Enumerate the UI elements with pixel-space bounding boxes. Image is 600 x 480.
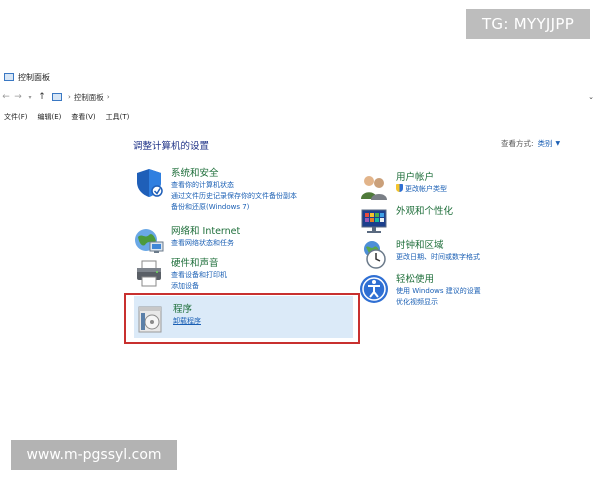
link-change-account-type[interactable]: 更改帐户类型 (396, 184, 447, 195)
page-title: 调整计算机的设置 (133, 141, 210, 152)
link-backup-restore[interactable]: 备份和还原(Windows 7) (171, 202, 297, 213)
dropdown-caret-icon[interactable]: ▾ (24, 91, 36, 103)
view-by: 查看方式: 类别 ▼ (501, 138, 560, 149)
category-system-security[interactable]: 系统和安全 查看你的计算机状态 通过文件历史记录保存你的文件备份副本 备份和还原… (133, 167, 297, 213)
up-arrow-icon[interactable]: ↑ (36, 91, 48, 103)
chevron-right-icon[interactable]: › (107, 93, 110, 101)
menu-edit[interactable]: 编辑(E) (38, 112, 62, 122)
accessibility-icon (360, 275, 388, 303)
caret-down-icon[interactable]: ▼ (556, 140, 561, 147)
menu-file[interactable]: 文件(F) (4, 112, 28, 122)
category-hardware-sound[interactable]: 硬件和声音 查看设备和打印机 添加设备 (133, 257, 227, 292)
link-devices-printers[interactable]: 查看设备和打印机 (171, 270, 227, 281)
view-by-select[interactable]: 类别 (538, 138, 553, 149)
category-title[interactable]: 外观和个性化 (396, 205, 453, 218)
window-title: 控制面板 (18, 72, 50, 82)
category-network-internet[interactable]: 网络和 Internet 查看网络状态和任务 (133, 225, 240, 257)
category-title[interactable]: 程序 (173, 303, 201, 316)
category-title[interactable]: 硬件和声音 (171, 257, 227, 270)
category-title[interactable]: 轻松使用 (396, 273, 481, 286)
link-add-device[interactable]: 添加设备 (171, 281, 227, 292)
menu-bar: 文件(F) 编辑(E) 查看(V) 工具(T) (0, 111, 600, 123)
category-title[interactable]: 系统和安全 (171, 167, 297, 180)
link-date-time-format[interactable]: 更改日期、时间或数字格式 (396, 252, 480, 263)
shield-icon (137, 169, 163, 197)
printer-icon (137, 260, 161, 287)
network-icon (135, 229, 164, 253)
link-file-history[interactable]: 通过文件历史记录保存你的文件备份副本 (171, 191, 297, 202)
appearance-icon (361, 209, 387, 233)
category-title[interactable]: 网络和 Internet (171, 225, 240, 238)
chevron-right-icon: › (68, 93, 71, 101)
link-view-computer-status[interactable]: 查看你的计算机状态 (171, 180, 297, 191)
address-field[interactable]: › 控制面板 › ⌄ (52, 91, 600, 103)
menu-tools[interactable]: 工具(T) (106, 112, 130, 122)
control-panel-icon (4, 73, 14, 81)
view-by-label: 查看方式: (501, 139, 534, 148)
screen: TG: MYYJJPP 控制面板 ← → ▾ ↑ › 控制面板 › ⌄ 文件(F… (0, 0, 600, 480)
chevron-down-icon[interactable]: ⌄ (588, 93, 594, 101)
category-user-accounts[interactable]: 用户帐户 更改帐户类型 (358, 171, 447, 203)
menu-view[interactable]: 查看(V) (71, 112, 95, 122)
category-title[interactable]: 时钟和区域 (396, 239, 480, 252)
category-ease-of-access[interactable]: 轻松使用 使用 Windows 建议的设置 优化视频显示 (358, 273, 481, 308)
users-icon (361, 176, 387, 200)
forward-arrow-icon[interactable]: → (12, 91, 24, 103)
link-optimize-display[interactable]: 优化视频显示 (396, 297, 481, 308)
watermark-bottom: www.m-pgssyl.com (11, 440, 177, 470)
clock-icon (364, 241, 386, 269)
category-appearance[interactable]: 外观和个性化 (358, 205, 453, 237)
address-path[interactable]: 控制面板 (74, 92, 104, 103)
link-uninstall-program[interactable]: 卸载程序 (173, 316, 201, 327)
window-titlebar: 控制面板 (0, 69, 600, 85)
address-bar: ← → ▾ ↑ › 控制面板 › ⌄ (0, 89, 600, 105)
programs-icon (138, 306, 162, 333)
category-programs[interactable]: 程序 卸载程序 (135, 303, 201, 335)
link-windows-suggested-settings[interactable]: 使用 Windows 建议的设置 (396, 286, 481, 297)
category-title[interactable]: 用户帐户 (396, 171, 447, 184)
category-clock-region[interactable]: 时钟和区域 更改日期、时间或数字格式 (358, 239, 480, 271)
control-panel-icon (52, 93, 62, 101)
link-network-status[interactable]: 查看网络状态和任务 (171, 238, 240, 249)
watermark-top: TG: MYYJJPP (466, 9, 590, 39)
back-arrow-icon[interactable]: ← (0, 91, 12, 103)
